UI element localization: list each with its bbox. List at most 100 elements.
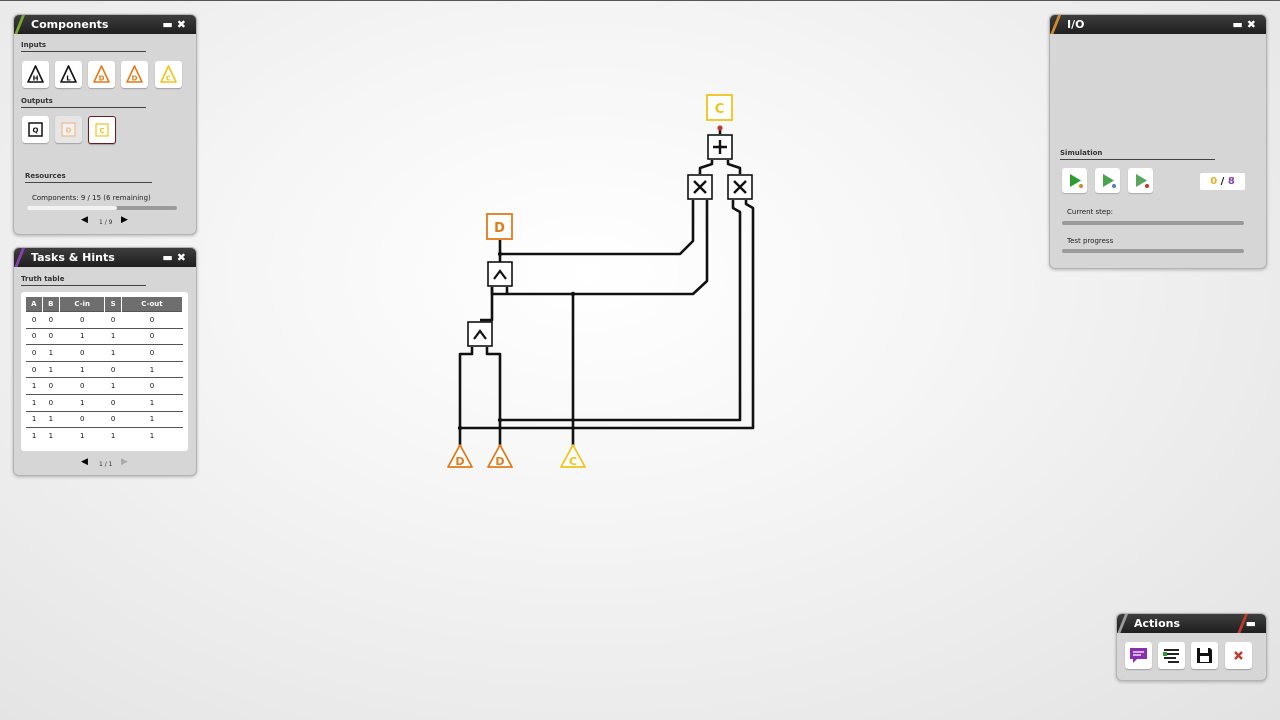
counter-current: 0 [1210,176,1218,187]
output-node-letter: C [715,102,725,117]
next-page-arrow[interactable]: ▶ [121,215,128,225]
or-gate[interactable] [707,134,733,160]
minimize-icon[interactable]: ▬ [162,18,176,31]
next-page-arrow[interactable]: ▶ [121,457,128,467]
input-node-letter: D [495,455,504,468]
components-progress-fill [27,206,117,210]
output-node-c[interactable]: C [706,94,733,121]
reset-button[interactable] [1225,642,1252,669]
table-cell: 0 [121,311,183,329]
component-output-q[interactable]: Q [22,116,49,143]
component-input-l[interactable]: L [55,61,82,88]
speech-bubble-icon [1130,648,1147,663]
test-progress-label: Test progress [1067,237,1114,245]
truth-table-header: C-out [121,297,184,312]
component-input-h[interactable]: H [22,61,49,88]
and-gate[interactable] [727,174,753,200]
table-cell: 1 [121,427,183,444]
close-icon[interactable]: ✖ [177,18,190,31]
test-counter: 0 / 8 [1200,173,1245,190]
component-input-d[interactable]: D [88,61,115,88]
table-cell: 1 [26,410,43,428]
output-q-icon: Q [33,127,39,135]
table-cell: 0 [59,377,105,395]
wire[interactable] [480,287,494,322]
output-c-icon: C [99,127,104,135]
wire[interactable] [458,347,474,446]
run-button[interactable] [1062,168,1087,193]
counter-total: 8 [1227,176,1235,187]
table-cell: 1 [42,360,60,378]
step-button[interactable] [1095,168,1120,193]
io-panel: I/O ▬✖ Simulation 0 / 8 Current step: Te… [1049,14,1267,269]
close-icon[interactable]: ✖ [1247,18,1260,31]
floppy-icon [1197,648,1212,663]
panel-title: Actions [1134,617,1180,630]
io-panel-header[interactable]: I/O ▬✖ [1050,15,1266,34]
hint-button[interactable] [1125,642,1152,669]
table-row: 01101 [26,360,183,378]
table-cell: 0 [104,311,122,329]
output-node-d[interactable]: D [486,213,513,240]
table-row: 01010 [26,344,183,362]
prev-page-arrow[interactable]: ◀ [81,215,88,225]
component-output-c[interactable]: C [88,116,116,144]
tidy-button[interactable] [1158,642,1185,669]
minimize-icon[interactable]: ▬ [1246,617,1260,630]
wire[interactable] [726,160,742,174]
input-node-d[interactable]: D [487,444,513,468]
table-cell: 1 [59,327,105,345]
stop-button[interactable] [1128,168,1153,193]
table-row: 00000 [26,311,183,329]
table-cell: 1 [26,393,43,412]
actions-panel-header[interactable]: Actions ▬ [1117,614,1266,633]
table-cell: 1 [26,427,43,444]
wire[interactable] [485,347,502,446]
table-cell: 1 [42,410,60,428]
truth-table-header: A [26,297,43,312]
table-cell: 1 [104,377,122,395]
save-button[interactable] [1191,642,1218,669]
simulation-label: Simulation [1060,149,1215,160]
minimize-icon[interactable]: ▬ [1232,18,1246,31]
xor-gate[interactable] [467,321,493,347]
truth-table-container: A B C-in S C-out 000000011001010011011001010… [21,292,188,451]
input-h-icon: H [33,75,39,83]
input-node-letter: D [455,455,464,468]
component-input-c[interactable]: C [155,61,182,88]
table-cell: 0 [26,344,43,362]
step-play-icon [1103,174,1116,188]
prev-page-arrow[interactable]: ◀ [81,457,88,467]
input-node-c[interactable]: C [560,444,586,468]
table-cell: 1 [59,360,105,378]
table-cell: 0 [121,377,183,395]
wire[interactable] [490,200,709,296]
table-cell: 0 [104,393,122,412]
wire[interactable] [698,160,714,174]
table-row: 10101 [26,393,183,412]
close-icon[interactable]: ✖ [177,251,190,264]
wire-junction [497,417,503,423]
tasks-panel-header[interactable]: Tasks & Hints ▬✖ [14,248,196,267]
wire-junction [457,425,463,431]
input-d-icon: D [99,75,105,83]
output-node-letter: D [494,221,505,236]
table-row: 11001 [26,410,183,428]
current-step-bar [1062,221,1244,225]
table-cell: 1 [121,410,183,428]
input-node-d[interactable]: D [447,444,473,468]
red-x-icon [1234,651,1243,660]
table-row: 11111 [26,427,183,444]
minimize-icon[interactable]: ▬ [162,251,176,264]
component-input-d[interactable]: D [121,61,148,88]
wire[interactable] [500,200,742,422]
and-gate[interactable] [687,174,713,200]
component-output-d[interactable]: D [55,116,82,143]
components-panel-header[interactable]: Components ▬✖ [14,15,196,34]
table-cell: 1 [42,344,60,362]
table-cell: 0 [104,410,122,428]
xor-gate[interactable] [487,261,513,287]
input-l-icon: L [66,75,71,83]
components-count-text: Components: 9 / 15 (6 remaining) [32,194,151,202]
wire[interactable] [500,200,695,256]
